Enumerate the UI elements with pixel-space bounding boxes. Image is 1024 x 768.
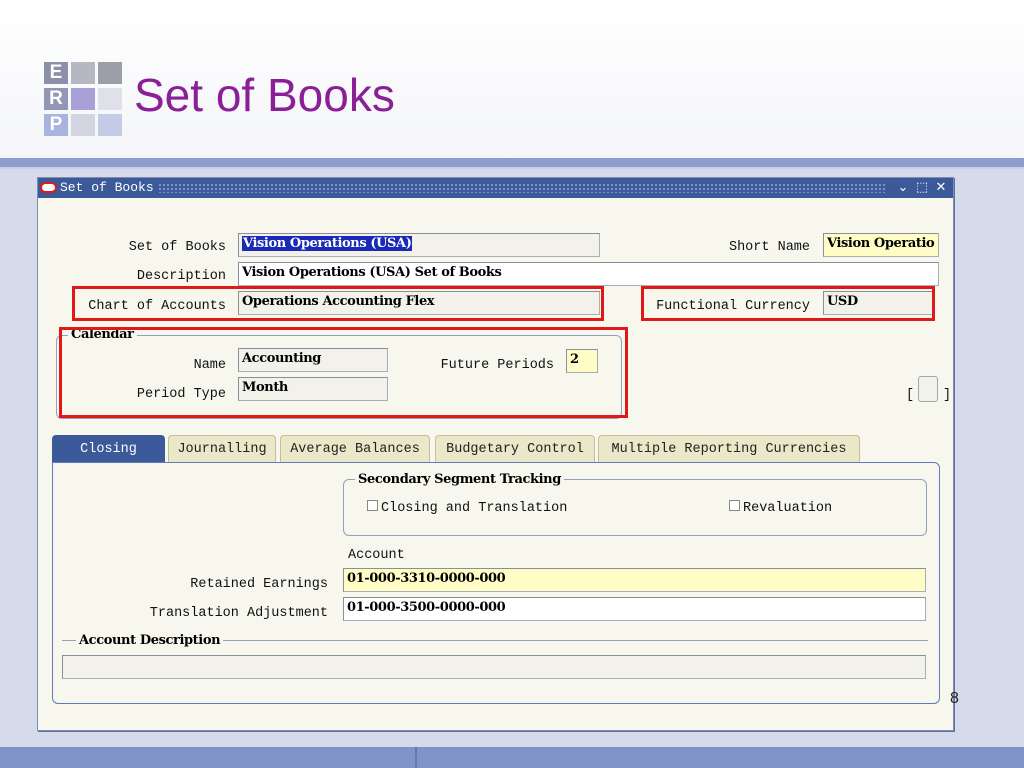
titlebar-drag-area[interactable]	[158, 183, 886, 193]
flex-bracket-open: [	[906, 388, 915, 403]
tab-budgetary-control[interactable]: Budgetary Control	[435, 435, 595, 463]
erp-logo: E R P	[44, 62, 124, 138]
closing-and-translation-label: Closing and Translation	[381, 501, 568, 516]
slide-page-number: 8	[950, 690, 959, 707]
closing-and-translation-checkbox[interactable]	[367, 500, 378, 511]
short-name-field[interactable]: Vision Operatio	[823, 233, 939, 257]
translation-adjustment-field[interactable]: 01-000-3500-0000-000	[343, 597, 926, 621]
minimize-icon[interactable]: ⌄	[895, 179, 911, 197]
tab-average-balances[interactable]: Average Balances	[280, 435, 430, 463]
descriptive-flexfield[interactable]	[918, 376, 938, 402]
set-of-books-window: Set of Books ⌄ ⬚ ✕ Set of Books Vision O…	[37, 177, 954, 731]
description-label: Description	[136, 269, 226, 284]
short-name-label: Short Name	[728, 240, 810, 255]
logo-letter-e: E	[49, 62, 63, 83]
oracle-icon	[40, 182, 57, 193]
highlight-chart-of-accounts	[72, 286, 604, 321]
maximize-icon[interactable]: ⬚	[914, 179, 930, 197]
logo-letter-r: R	[49, 88, 63, 109]
secondary-segment-tracking-label: Secondary Segment Tracking	[355, 472, 564, 487]
header-divider	[0, 158, 1024, 167]
footer-bar	[0, 747, 1024, 768]
set-of-books-field[interactable]: Vision Operations (USA)	[238, 233, 600, 257]
description-field[interactable]: Vision Operations (USA) Set of Books	[238, 262, 939, 286]
revaluation-label: Revaluation	[743, 501, 833, 516]
retained-earnings-label: Retained Earnings	[190, 577, 328, 592]
revaluation-checkbox[interactable]	[729, 500, 740, 511]
highlight-functional-currency	[641, 286, 935, 321]
set-of-books-label: Set of Books	[128, 240, 226, 255]
retained-earnings-field[interactable]: 01-000-3310-0000-000	[343, 568, 926, 592]
window-titlebar[interactable]: Set of Books ⌄ ⬚ ✕	[38, 178, 953, 198]
tab-multiple-reporting-currencies[interactable]: Multiple Reporting Currencies	[598, 435, 860, 463]
account-column-header: Account	[348, 548, 405, 563]
slide-title: Set of Books	[134, 69, 395, 121]
logo-letter-p: P	[49, 114, 63, 135]
highlight-calendar	[59, 327, 628, 418]
tab-closing[interactable]: Closing	[52, 435, 165, 463]
window-title: Set of Books	[60, 180, 154, 195]
account-description-field[interactable]	[62, 655, 926, 679]
set-of-books-value: Vision Operations (USA)	[242, 236, 413, 251]
translation-adjustment-label: Translation Adjustment	[149, 606, 328, 621]
flex-bracket-close: ]	[943, 388, 952, 403]
account-description-label: Account Description	[76, 633, 224, 648]
close-icon[interactable]: ✕	[933, 179, 949, 197]
tab-journalling[interactable]: Journalling	[168, 435, 276, 463]
